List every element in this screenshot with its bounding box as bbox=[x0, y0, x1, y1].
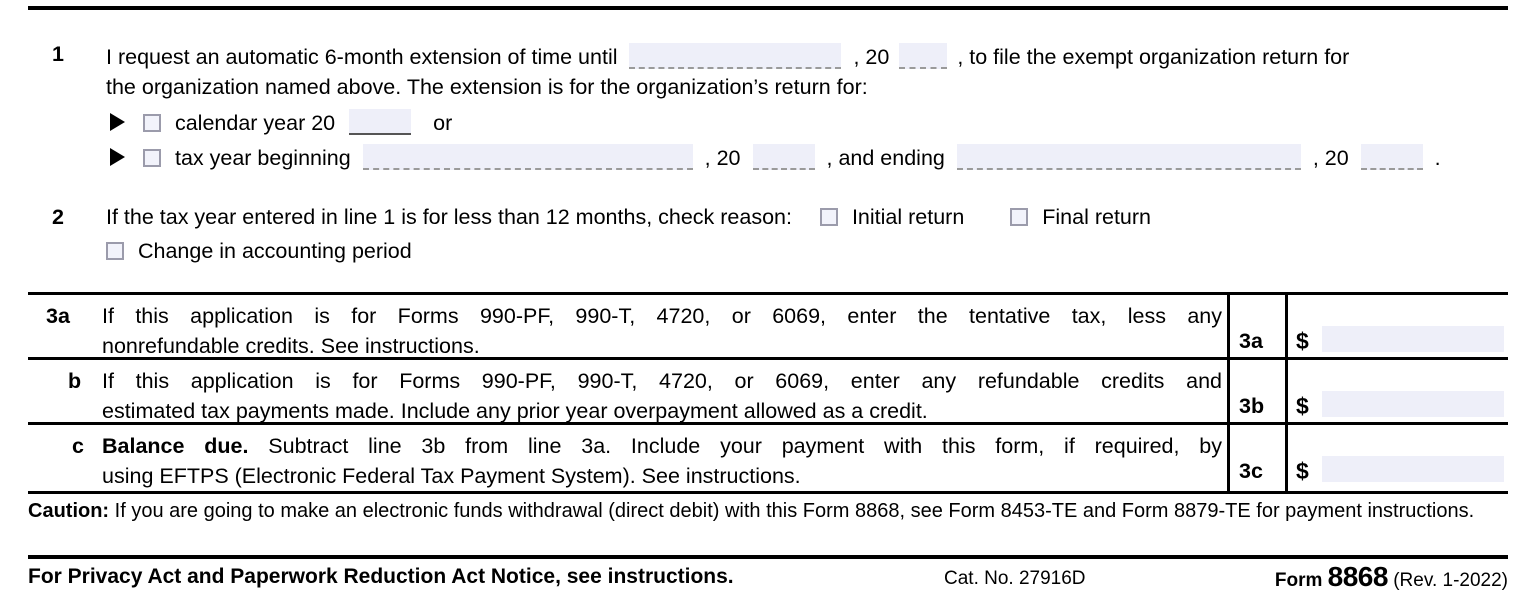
caution-label: Caution: bbox=[28, 500, 110, 522]
caution-text: If you are going to make an electronic f… bbox=[109, 500, 1475, 522]
line-1-row-1: I request an automatic 6-month extension… bbox=[106, 38, 1349, 73]
irs-form-8868-page: 1 I request an automatic 6-month extensi… bbox=[0, 0, 1536, 600]
row-3b-amount-input[interactable] bbox=[1322, 391, 1504, 417]
section-3-bottom-rule bbox=[28, 491, 1508, 494]
row-3a-cell-label: 3a bbox=[1239, 329, 1263, 353]
row-3b-text: If this application is for Forms 990-PF,… bbox=[102, 366, 1222, 426]
tax-year-period: . bbox=[1434, 146, 1441, 170]
change-accounting-period-label: Change in accounting period bbox=[137, 239, 412, 263]
footer-rule bbox=[28, 555, 1508, 559]
initial-return-checkbox[interactable] bbox=[819, 208, 838, 226]
line-2-text: If the tax year entered in line 1 is for… bbox=[106, 205, 792, 229]
table-row: c Balance due. Subtract line 3b from lin… bbox=[28, 425, 1508, 490]
row-3a-text-line-1: If this application is for Forms 990-PF,… bbox=[102, 304, 1222, 328]
line-1-calendar-year-row: calendar year 20 or bbox=[110, 104, 452, 139]
line-2-number: 2 bbox=[52, 205, 64, 229]
row-3c-bold-lead: Balance due. bbox=[102, 434, 249, 458]
tax-year-and-ending-label: , and ending bbox=[826, 146, 945, 170]
line-1-until-year-input[interactable] bbox=[899, 43, 948, 69]
row-3c-text-line-2: using EFTPS (Electronic Federal Tax Paym… bbox=[102, 464, 801, 488]
final-return-checkbox[interactable] bbox=[1010, 208, 1029, 226]
row-3a-label: 3a bbox=[46, 304, 70, 328]
line-1-text-b: , 20 bbox=[853, 45, 890, 69]
form-identifier: Form 8868 (Rev. 1-2022) bbox=[1275, 563, 1508, 595]
calendar-year-input[interactable] bbox=[349, 109, 412, 135]
line-2-row-1: If the tax year entered in line 1 is for… bbox=[106, 201, 1151, 233]
line-1-tax-year-row: tax year beginning , 20 , and ending , 2… bbox=[110, 139, 1441, 174]
row-3a-amount-input[interactable] bbox=[1322, 326, 1504, 352]
row-3b-currency-symbol: $ bbox=[1296, 393, 1309, 419]
initial-return-label: Initial return bbox=[851, 205, 965, 229]
row-3c-text-line-1: Subtract line 3b from line 3a. Include y… bbox=[268, 434, 1222, 458]
calendar-year-label: calendar year 20 bbox=[174, 111, 336, 135]
row-3a-text: If this application is for Forms 990-PF,… bbox=[102, 301, 1222, 361]
form-number: 8868 bbox=[1327, 561, 1389, 592]
arrow-right-icon-2 bbox=[110, 148, 125, 166]
row-3c-label: c bbox=[72, 434, 84, 458]
table-row: b If this application is for Forms 990-P… bbox=[28, 360, 1508, 425]
line-1-text-d: the organization named above. The extens… bbox=[106, 75, 868, 99]
calendar-year-or-label: or bbox=[433, 111, 453, 135]
row-3b-label: b bbox=[68, 369, 82, 393]
line-1-number: 1 bbox=[52, 42, 64, 66]
change-accounting-period-checkbox[interactable] bbox=[106, 242, 124, 260]
line-2-row-2: Change in accounting period bbox=[106, 235, 412, 267]
section-3-table: 3a If this application is for Forms 990-… bbox=[28, 292, 1508, 492]
row-3c-text: Balance due. Subtract line 3b from line … bbox=[102, 431, 1222, 491]
row-3b-text-line-1: If this application is for Forms 990-PF,… bbox=[102, 369, 1222, 393]
privacy-act-notice: For Privacy Act and Paperwork Reduction … bbox=[28, 565, 734, 588]
tax-year-comma-20-2: , 20 bbox=[1312, 146, 1349, 170]
line-1-until-date-input[interactable] bbox=[629, 43, 842, 69]
tax-year-checkbox[interactable] bbox=[142, 149, 161, 167]
line-1-text-a: I request an automatic 6-month extension… bbox=[106, 45, 618, 69]
tax-year-ending-input[interactable] bbox=[956, 144, 1301, 170]
tax-year-beginning-input[interactable] bbox=[362, 144, 693, 170]
row-3b-cell-label: 3b bbox=[1239, 394, 1265, 418]
form-revision: (Rev. 1-2022) bbox=[1393, 570, 1508, 591]
top-rule bbox=[28, 6, 1508, 10]
line-1-text-c: , to file the exempt organization return… bbox=[957, 45, 1350, 69]
final-return-label: Final return bbox=[1042, 205, 1152, 229]
tax-year-beginning-year-input[interactable] bbox=[752, 144, 815, 170]
tax-year-label: tax year beginning bbox=[174, 146, 351, 170]
form-word-label: Form bbox=[1274, 570, 1323, 591]
arrow-right-icon bbox=[110, 113, 125, 131]
table-row: 3a If this application is for Forms 990-… bbox=[28, 295, 1508, 360]
tax-year-ending-year-input[interactable] bbox=[1360, 144, 1423, 170]
row-3c-cell-label: 3c bbox=[1239, 459, 1263, 483]
catalog-number: Cat. No. 27916D bbox=[944, 568, 1086, 589]
row-3a-currency-symbol: $ bbox=[1296, 328, 1309, 354]
row-3c-currency-symbol: $ bbox=[1296, 458, 1309, 484]
row-3c-amount-input[interactable] bbox=[1322, 456, 1504, 482]
caution-note: Caution: If you are going to make an ele… bbox=[28, 498, 1508, 525]
tax-year-comma-20-1: , 20 bbox=[704, 146, 741, 170]
line-1-row-2: the organization named above. The extens… bbox=[106, 71, 868, 103]
calendar-year-checkbox[interactable] bbox=[142, 114, 161, 132]
